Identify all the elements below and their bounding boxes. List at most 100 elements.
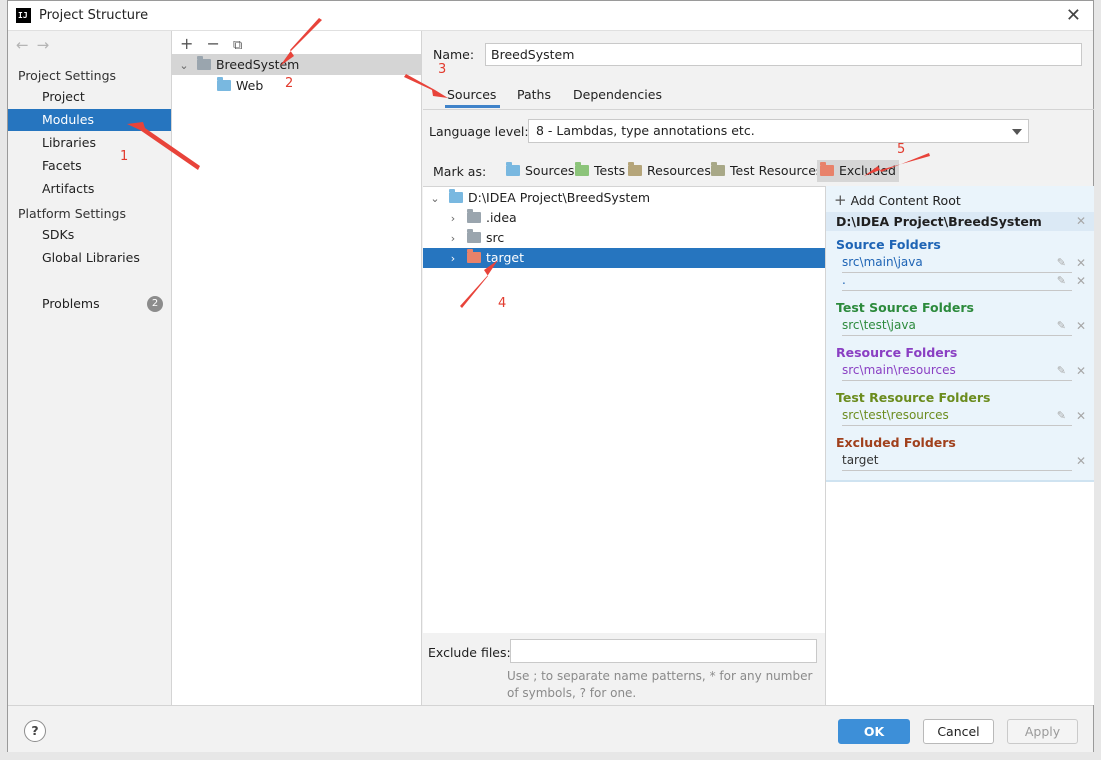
mark-tests-label: Tests (594, 163, 626, 178)
exclude-files-hint: Use ; to separate name patterns, * for a… (507, 669, 813, 700)
tree-item-label: .idea (485, 210, 517, 225)
remove-icon[interactable]: − (207, 34, 220, 53)
edit-pencil-icon[interactable]: ✎ (1057, 409, 1066, 422)
copy-icon[interactable]: ⧉ (233, 38, 242, 53)
excluded-folder-icon (466, 249, 481, 263)
edit-pencil-icon[interactable]: ✎ (1057, 319, 1066, 332)
excluded-folder-entry: target (842, 453, 1072, 471)
tree-item-label: src (485, 230, 505, 245)
source-folder-path: . (842, 273, 846, 287)
module-row-web[interactable]: Web (172, 75, 421, 96)
tree-item-label: target (485, 250, 524, 265)
nav-item-problems[interactable]: Problems 2 (8, 293, 171, 315)
facet-name: Web (236, 78, 264, 93)
nav-item-artifacts[interactable]: Artifacts (8, 178, 171, 200)
source-folder-path: src\main\java (842, 255, 923, 269)
test-resources-folder-icon (711, 162, 725, 176)
tab-divider (423, 109, 1094, 110)
platform-settings-header: Platform Settings (18, 206, 126, 221)
mark-sources-button[interactable]: Sources (503, 160, 577, 182)
tab-paths[interactable]: Paths (517, 87, 551, 102)
edit-pencil-icon[interactable]: ✎ (1057, 256, 1066, 269)
sources-folder-icon (506, 162, 520, 176)
nav-item-libraries[interactable]: Libraries (8, 132, 171, 154)
mark-as-label: Mark as: (433, 164, 487, 179)
remove-icon[interactable]: ✕ (1076, 454, 1086, 468)
module-name-field[interactable]: BreedSystem (485, 43, 1082, 66)
tree-row-root[interactable]: ⌄ D:\IDEA Project\BreedSystem (423, 188, 825, 208)
folder-icon (466, 209, 481, 223)
module-row-breedsystem[interactable]: ⌄ BreedSystem (172, 54, 421, 75)
excluded-folder-icon (820, 162, 834, 176)
add-content-root-label: Add Content Root (850, 193, 961, 208)
chevron-down-icon[interactable]: ⌄ (429, 189, 441, 209)
edit-pencil-icon[interactable]: ✎ (1057, 274, 1066, 287)
module-toolbar: + − ⧉ (180, 34, 250, 53)
resources-folder-icon (628, 162, 642, 176)
mark-sources-label: Sources (525, 163, 575, 178)
remove-icon[interactable]: ✕ (1076, 256, 1086, 270)
annotation-3: 3 (438, 62, 447, 77)
mark-resources-button[interactable]: Resources (625, 160, 714, 182)
annotation-1: 1 (120, 149, 129, 164)
ok-button[interactable]: OK (838, 719, 910, 744)
window-title: Project Structure (39, 8, 149, 23)
tab-dependencies[interactable]: Dependencies (573, 87, 662, 102)
mark-excluded-button[interactable]: Excluded (817, 160, 899, 182)
remove-root-icon[interactable]: ✕ (1076, 212, 1086, 231)
module-name: BreedSystem (215, 57, 300, 72)
remove-icon[interactable]: ✕ (1076, 409, 1086, 423)
forward-arrow-icon[interactable]: → (37, 36, 58, 54)
add-icon[interactable]: + (180, 34, 193, 53)
back-arrow-icon[interactable]: ← (16, 36, 37, 54)
nav-item-project[interactable]: Project (8, 86, 171, 108)
exclude-files-label: Exclude files: (428, 645, 511, 660)
chevron-down-icon[interactable]: ⌄ (178, 55, 190, 76)
nav-item-sdks[interactable]: SDKs (8, 224, 171, 246)
remove-icon[interactable]: ✕ (1076, 274, 1086, 288)
exclude-files-field[interactable] (510, 639, 817, 663)
mark-excluded-label: Excluded (839, 163, 896, 178)
language-level-select[interactable]: 8 - Lambdas, type annotations etc. (528, 119, 1029, 143)
tree-row-idea[interactable]: › .idea (423, 208, 825, 228)
remove-icon[interactable]: ✕ (1076, 364, 1086, 378)
source-folder-entry: src\main\java (842, 255, 1072, 273)
remove-icon[interactable]: ✕ (1076, 319, 1086, 333)
tab-sources[interactable]: Sources (444, 87, 501, 108)
cancel-button[interactable]: Cancel (923, 719, 994, 744)
nav-history: ←→ (16, 36, 57, 54)
language-level-label: Language level: (429, 124, 529, 139)
tree-row-src[interactable]: › src (423, 228, 825, 248)
name-label: Name: (433, 47, 475, 62)
source-folder-entry: . (842, 273, 1072, 291)
test-source-folders-title: Test Source Folders (836, 300, 974, 315)
chevron-right-icon[interactable]: › (447, 209, 459, 229)
test-source-folder-path: src\test\java (842, 318, 916, 332)
project-settings-header: Project Settings (18, 68, 117, 83)
module-folder-icon (196, 56, 211, 70)
chevron-right-icon[interactable]: › (447, 249, 459, 269)
problems-label: Problems (42, 296, 100, 311)
tree-row-target[interactable]: › target (423, 248, 825, 268)
exclude-files-section: Exclude files: Use ; to separate name pa… (423, 633, 826, 705)
nav-item-facets[interactable]: Facets (8, 155, 171, 177)
test-source-folder-entry: src\test\java (842, 318, 1072, 336)
mark-test-resources-button[interactable]: Test Resources (708, 160, 825, 182)
project-structure-dialog: IJ Project Structure ✕ ←→ Project Settin… (7, 0, 1094, 752)
close-icon[interactable]: ✕ (1066, 5, 1081, 26)
mark-tests-button[interactable]: Tests (572, 160, 628, 182)
help-button[interactable]: ? (24, 720, 46, 742)
excluded-folder-path: target (842, 453, 879, 467)
annotation-4: 4 (498, 296, 507, 311)
add-content-root-button[interactable]: + Add Content Root (834, 191, 961, 209)
resource-folders-title: Resource Folders (836, 345, 958, 360)
edit-pencil-icon[interactable]: ✎ (1057, 364, 1066, 377)
problems-count-badge: 2 (147, 296, 163, 312)
apply-button[interactable]: Apply (1007, 719, 1078, 744)
nav-item-modules[interactable]: Modules (8, 109, 171, 131)
language-level-value: 8 - Lambdas, type annotations etc. (536, 123, 755, 138)
test-resource-folders-title: Test Resource Folders (836, 390, 991, 405)
nav-item-global-libraries[interactable]: Global Libraries (8, 247, 171, 269)
chevron-right-icon[interactable]: › (447, 229, 459, 249)
tree-root-label: D:\IDEA Project\BreedSystem (467, 190, 651, 205)
